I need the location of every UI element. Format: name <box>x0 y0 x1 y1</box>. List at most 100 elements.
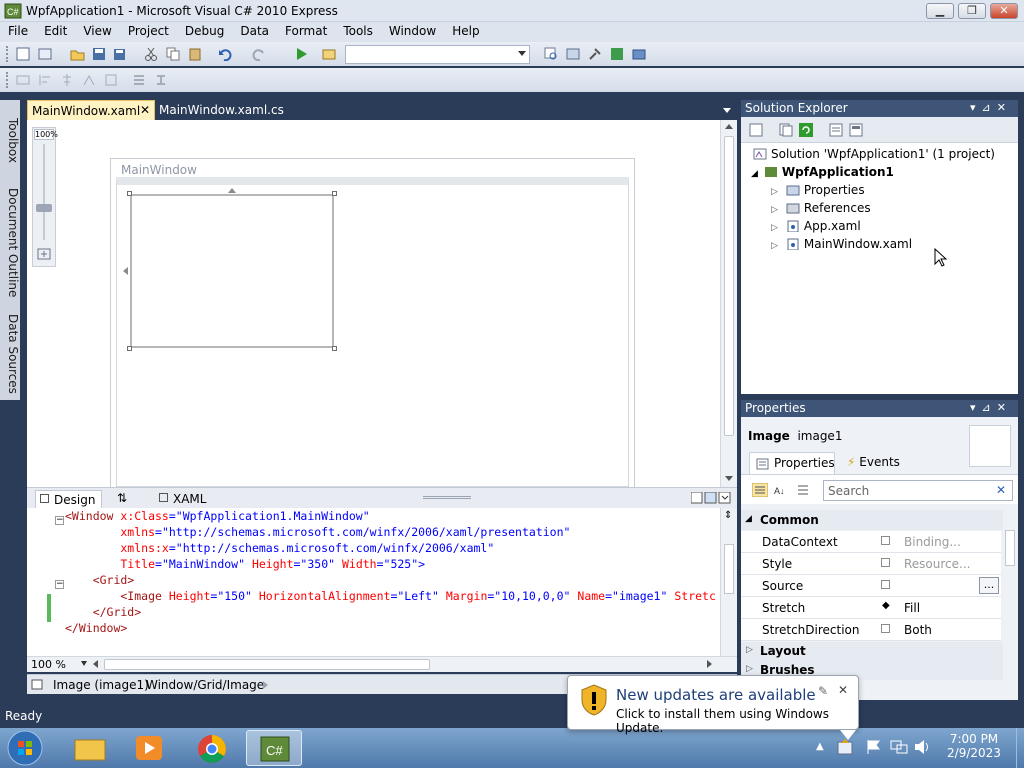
refresh-icon[interactable] <box>799 123 813 137</box>
taskbar-chrome[interactable] <box>184 730 240 766</box>
properties-icon[interactable] <box>749 123 763 137</box>
pane-layout-buttons[interactable] <box>691 492 733 504</box>
toolbar-grip[interactable] <box>6 72 9 88</box>
collapse-grid-icon[interactable]: − <box>55 580 64 589</box>
add-item-icon[interactable] <box>38 47 53 61</box>
code-line[interactable]: xmlns="http://schemas.microsoft.com/winf… <box>65 524 570 540</box>
tree-project[interactable]: ◢ WpfApplication1 <box>751 165 894 179</box>
category-layout[interactable]: ▷ Layout <box>741 642 1003 661</box>
tab-mainwindow-xaml-cs[interactable]: MainWindow.xaml.cs <box>155 100 305 120</box>
taskbar-media-player[interactable] <box>122 730 178 766</box>
categorized-view-icon[interactable] <box>752 483 768 497</box>
undo-icon[interactable] <box>218 47 233 61</box>
sort-by-source-icon[interactable] <box>796 483 812 497</box>
solution-configurations-icon[interactable] <box>322 47 337 61</box>
solution-explorer-icon[interactable] <box>566 47 581 61</box>
close-notification-icon[interactable]: ✕ <box>838 683 848 697</box>
property-row-source[interactable]: Source ... <box>741 575 1001 597</box>
designer-vertical-scrollbar[interactable] <box>720 120 737 487</box>
panel-pin-close-icons[interactable]: ▾⊿✕ <box>970 401 1012 414</box>
tab-list-chevron-icon[interactable] <box>723 108 731 114</box>
editor-zoom-combo[interactable]: 100 % <box>31 658 66 671</box>
breadcrumb-arrow-icon[interactable] <box>263 681 269 689</box>
splitter-grip[interactable] <box>423 496 471 499</box>
action-center-flag-icon[interactable] <box>866 739 882 755</box>
menu-tools[interactable]: Tools <box>335 22 381 42</box>
find-combo-box[interactable] <box>345 45 530 64</box>
code-line[interactable]: Title="MainWindow" Height="350" Width="5… <box>65 556 425 572</box>
local-value-diamond-icon[interactable]: ◆ <box>882 600 890 611</box>
close-tab-icon[interactable]: ✕ <box>140 103 150 117</box>
scroll-thumb[interactable] <box>724 544 734 594</box>
scroll-thumb[interactable] <box>724 136 734 436</box>
chevron-down-icon[interactable] <box>81 661 87 667</box>
menu-file[interactable]: File <box>0 22 36 42</box>
scroll-thumb[interactable] <box>1005 530 1015 566</box>
code-line[interactable]: xmlns:x="http://schemas.microsoft.com/wi… <box>65 540 494 556</box>
property-marker-icon[interactable] <box>881 536 890 545</box>
align-lefts-icon[interactable] <box>38 73 53 87</box>
tree-solution[interactable]: Solution 'WpfApplication1' (1 project) <box>753 147 995 161</box>
size-to-grid-icon[interactable] <box>104 73 119 87</box>
object-browser-icon[interactable] <box>610 47 625 61</box>
property-row-datacontext[interactable]: DataContext Binding... <box>741 531 1001 553</box>
xaml-editor[interactable]: − − <Window x:Class="WpfApplication1.Mai… <box>27 508 737 656</box>
code-line[interactable]: </Grid> <box>65 604 141 620</box>
zoom-thumb[interactable] <box>36 204 52 212</box>
show-desktop-button[interactable] <box>1016 728 1024 768</box>
save-all-icon[interactable] <box>112 47 127 61</box>
save-icon[interactable] <box>92 47 107 61</box>
property-marker-icon[interactable] <box>881 558 890 567</box>
paste-icon[interactable] <box>188 47 203 61</box>
minimize-button[interactable]: ▁ <box>926 3 954 19</box>
code-line[interactable]: <Image Height="150" HorizontalAlignment=… <box>65 588 716 604</box>
resize-handle[interactable] <box>332 191 337 196</box>
align-centers-icon[interactable] <box>60 73 75 87</box>
breadcrumb-path[interactable]: Window/Grid/Image <box>146 678 264 692</box>
events-tab[interactable]: ⚡ Events <box>847 455 900 469</box>
expanded-triangle-icon[interactable]: ◢ <box>751 169 758 179</box>
toolbox-tab[interactable]: Toolbox <box>0 100 20 170</box>
resize-handle[interactable] <box>332 346 337 351</box>
menu-project[interactable]: Project <box>120 22 177 42</box>
property-search-input[interactable]: Search ✕ <box>823 480 1013 501</box>
toolbox-icon[interactable] <box>632 47 647 61</box>
tab-mainwindow-xaml[interactable]: MainWindow.xaml ✕ <box>27 100 155 120</box>
scroll-left-icon[interactable] <box>93 660 99 668</box>
editor-vertical-scrollbar[interactable]: ⇕ <box>720 508 737 656</box>
maximize-button[interactable]: ❐ <box>958 3 986 19</box>
toolbar-grip[interactable] <box>6 46 9 62</box>
cut-icon[interactable] <box>144 47 159 61</box>
taskbar-visual-csharp[interactable]: C# <box>246 730 302 766</box>
scroll-thumb[interactable] <box>104 659 430 670</box>
collapsed-triangle-icon[interactable]: ▷ <box>771 241 778 251</box>
menu-debug[interactable]: Debug <box>177 22 232 42</box>
properties-scrollbar[interactable] <box>1003 510 1018 685</box>
property-marker-icon[interactable] <box>881 580 890 589</box>
code-line[interactable]: <Grid> <box>65 572 135 588</box>
scroll-right-icon[interactable] <box>707 660 713 668</box>
code-line[interactable]: <Window x:Class="WpfApplication1.MainWin… <box>65 508 370 524</box>
redo-icon[interactable] <box>252 47 267 61</box>
menu-help[interactable]: Help <box>444 22 487 42</box>
update-notification-balloon[interactable]: New updates are available Click to insta… <box>567 675 859 740</box>
collapsed-triangle-icon[interactable]: ▷ <box>746 664 753 674</box>
start-button-icon[interactable] <box>6 729 44 767</box>
menu-format[interactable]: Format <box>277 22 335 42</box>
clock[interactable]: 7:00 PM 2/9/2023 <box>938 732 1010 760</box>
volume-icon[interactable] <box>914 739 932 755</box>
menu-window[interactable]: Window <box>381 22 444 42</box>
property-row-style[interactable]: Style Resource... <box>741 553 1001 575</box>
breadcrumb-element[interactable]: Image (image1) <box>53 678 149 692</box>
vertical-spacing-icon[interactable] <box>154 73 169 87</box>
xaml-tab[interactable]: XAML <box>155 490 212 508</box>
show-hidden-icons[interactable]: ▲ <box>816 741 824 752</box>
fit-to-window-icon[interactable] <box>37 248 51 260</box>
collapsed-triangle-icon[interactable]: ▷ <box>771 205 778 215</box>
close-window-button[interactable]: ✕ <box>990 3 1018 19</box>
alphabetical-sort-icon[interactable]: A↓ <box>774 483 790 497</box>
tree-item-properties[interactable]: ▷ Properties <box>771 183 865 197</box>
show-all-files-icon[interactable] <box>779 123 793 137</box>
image-element-selection[interactable] <box>123 188 337 351</box>
expanded-triangle-icon[interactable]: ◢ <box>745 514 752 524</box>
